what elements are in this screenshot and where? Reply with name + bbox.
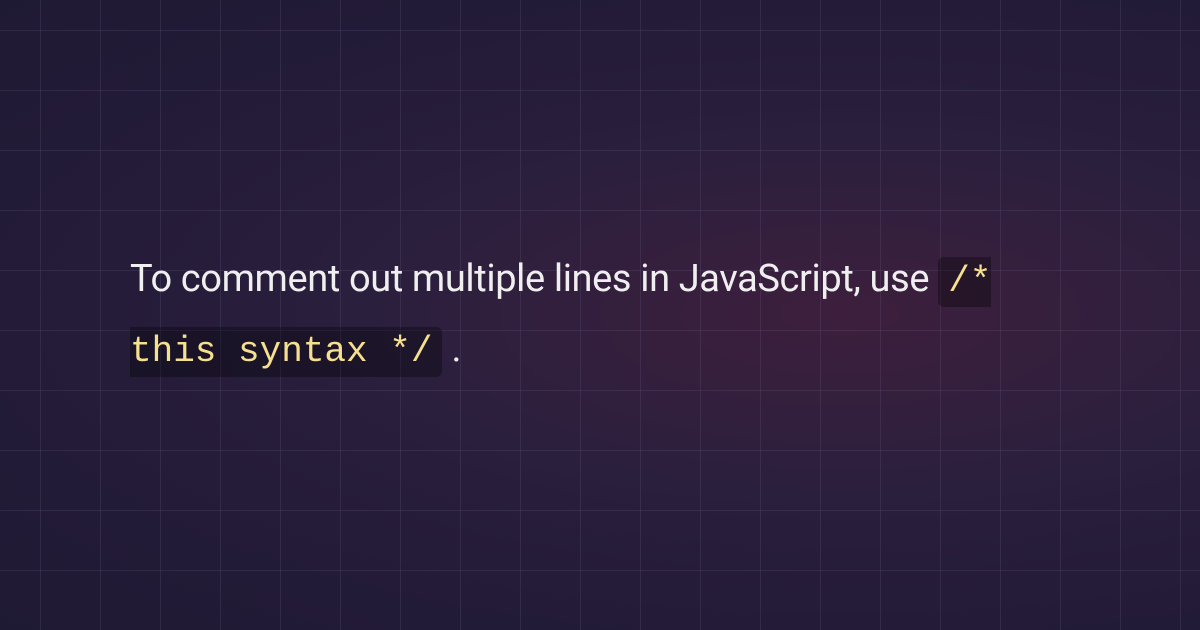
text-after-code: . [442,327,461,371]
text-before-code: To comment out multiple lines in JavaScr… [130,257,938,301]
content-container: To comment out multiple lines in JavaScr… [0,0,1200,630]
main-text: To comment out multiple lines in JavaScr… [130,245,1070,385]
